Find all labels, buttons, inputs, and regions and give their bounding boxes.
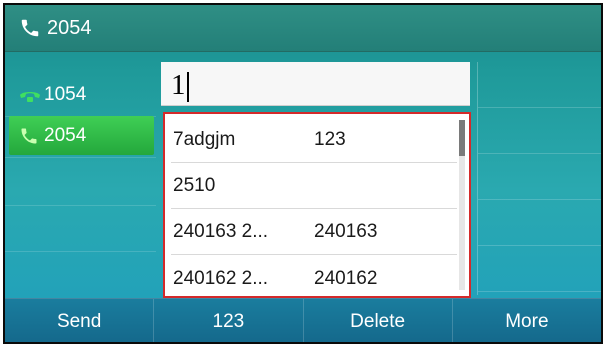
line-label: 2054 (44, 124, 87, 146)
phone-handset-icon (19, 17, 41, 39)
line-key-2054[interactable]: 2054 (9, 116, 154, 155)
suggestion-item[interactable]: 240163 2... 240163 (171, 210, 457, 255)
suggestion-name: 2510 (173, 175, 216, 196)
text-caret (186, 72, 189, 103)
suggestion-item[interactable]: 7adgjm 123 (171, 118, 457, 163)
suggestion-name: 7adgjm (173, 129, 236, 150)
softkey-bar: Send 123 Delete More (5, 298, 601, 342)
suggestion-number: 123 (314, 129, 346, 150)
title-bar: 2054 (5, 5, 601, 52)
input-mode-softkey[interactable]: 123 (154, 299, 304, 342)
suggestion-number: 240163 (314, 221, 378, 242)
dial-input[interactable]: 1 (161, 62, 470, 106)
scrollbar[interactable] (459, 120, 465, 290)
suggestion-number: 240162 (314, 267, 378, 289)
suggestion-item[interactable]: 2510 (171, 164, 457, 209)
send-softkey[interactable]: Send (5, 299, 155, 342)
account-label: 2054 (47, 16, 92, 39)
line-label: 1054 (44, 83, 87, 105)
phone-ringing-icon (18, 85, 42, 105)
suggestion-item[interactable]: 240162 2... 240162 (171, 256, 457, 301)
delete-softkey[interactable]: Delete (304, 299, 453, 342)
suggestion-dropdown: 7adgjm 123 2510 240163 2... 240163 24016… (163, 112, 471, 298)
scrollbar-thumb[interactable] (459, 120, 465, 156)
line-key-1054[interactable]: 1054 (9, 75, 154, 114)
phone-screen: 2054 1054 2054 1 7adgjm 123 2510 240163 … (3, 3, 603, 344)
right-panel (477, 62, 601, 295)
more-softkey[interactable]: More (453, 299, 601, 342)
dial-input-value: 1 (171, 69, 186, 101)
suggestion-name: 240162 2... (173, 267, 269, 289)
phone-handset-icon (18, 126, 42, 146)
suggestion-name: 240163 2... (173, 221, 269, 242)
